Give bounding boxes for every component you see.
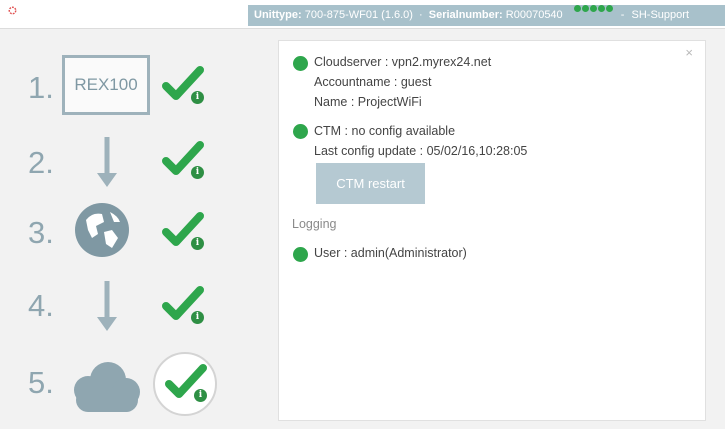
- support-label[interactable]: SH-Support: [632, 9, 689, 21]
- step-5-number: 5.: [28, 365, 54, 400]
- account-name-text: Accountname : guest: [314, 75, 432, 89]
- cloud-server-text: Cloudserver : vpn2.myrex24.net: [314, 55, 492, 69]
- close-icon[interactable]: ×: [685, 45, 693, 60]
- unit-type-label: Unittype:: [254, 9, 302, 21]
- details-panel: × Cloudserver : vpn2.myrex24.net Account…: [278, 40, 706, 421]
- top-bar: Unittype: 700-875-WF01 (1.6.0) · Serialn…: [0, 0, 725, 29]
- step-4-check-icon[interactable]: i: [160, 282, 206, 328]
- serial-number-label: Serialnumber:: [428, 9, 503, 21]
- user-text: User : admin(Administrator): [314, 246, 467, 260]
- step-3-info-badge[interactable]: i: [191, 237, 204, 250]
- step-4-info-badge[interactable]: i: [191, 311, 204, 324]
- signal-status-icon: [573, 5, 614, 26]
- device-rex100-box[interactable]: REX100: [62, 55, 150, 115]
- unit-type-value: 700-875-WF01 (1.6.0): [304, 9, 413, 21]
- step-2-info-badge[interactable]: i: [191, 166, 204, 179]
- step-2: 2.: [0, 125, 250, 195]
- logging-heading: Logging: [292, 217, 337, 231]
- step-2-number: 2.: [28, 145, 54, 180]
- arrow-down-icon: [97, 137, 117, 187]
- serial-number-value: R00070540: [505, 9, 563, 21]
- step-3-check-icon[interactable]: i: [160, 208, 206, 254]
- ctm-status-dot: [293, 124, 308, 139]
- step-1-info-badge[interactable]: i: [191, 91, 204, 104]
- step-1-check-icon[interactable]: i: [160, 62, 206, 108]
- logo-icon: [8, 6, 17, 15]
- arrow-down-icon: [97, 281, 117, 331]
- cloud-status-dot: [293, 56, 308, 71]
- step-1-number: 1.: [28, 70, 54, 105]
- step-5-check-icon[interactable]: i: [163, 360, 209, 406]
- step-4: 4.: [0, 268, 250, 338]
- step-3-number: 3.: [28, 215, 54, 250]
- cloud-icon[interactable]: [66, 358, 146, 414]
- user-status-dot: [293, 247, 308, 262]
- step-2-check-icon[interactable]: i: [160, 137, 206, 183]
- step-5-info-badge[interactable]: i: [194, 389, 207, 402]
- name-text: Name : ProjectWiFi: [314, 95, 422, 109]
- device-info-bar: Unittype: 700-875-WF01 (1.6.0) · Serialn…: [248, 5, 725, 26]
- ctm-restart-button[interactable]: CTM restart: [316, 163, 425, 204]
- ctm-status-text: CTM : no config available: [314, 124, 456, 138]
- last-config-update-text: Last config update : 05/02/16,10:28:05: [314, 144, 528, 158]
- globe-icon[interactable]: [74, 202, 130, 258]
- step-4-number: 4.: [28, 288, 54, 323]
